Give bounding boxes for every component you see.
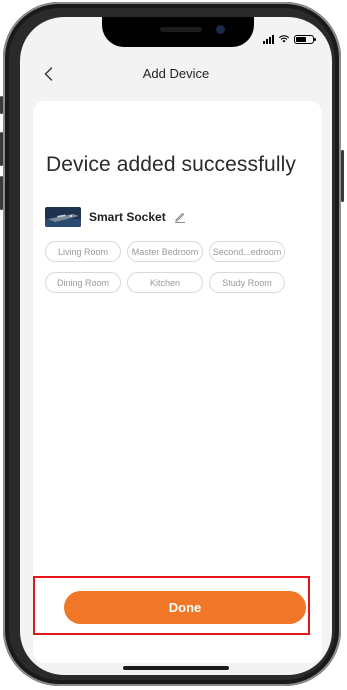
volume-down-button: [0, 176, 3, 210]
room-chip-dining-room[interactable]: Dining Room: [45, 272, 121, 293]
success-headline: Device added successfully: [46, 153, 296, 176]
battery-icon: [294, 34, 316, 44]
room-chip-master-bedroom[interactable]: Master Bedroom: [127, 241, 203, 262]
volume-up-button: [0, 132, 3, 166]
room-chip-kitchen[interactable]: Kitchen: [127, 272, 203, 293]
device-thumbnail: [45, 207, 81, 227]
power-button: [341, 150, 344, 202]
device-row: Smart Socket: [45, 207, 186, 227]
room-chip-second-bedroom[interactable]: Second...edroom: [209, 241, 285, 262]
room-chip-living-room[interactable]: Living Room: [45, 241, 121, 262]
done-button[interactable]: Done: [64, 591, 306, 624]
nav-bar: Add Device: [20, 59, 332, 89]
home-indicator: [123, 666, 229, 670]
done-button-highlight: Done: [33, 576, 310, 635]
silent-switch: [0, 96, 3, 114]
signal-icon: [263, 34, 274, 44]
edit-name-button[interactable]: [174, 211, 186, 223]
pencil-icon: [174, 212, 185, 223]
page-title: Add Device: [142, 66, 210, 81]
speaker: [160, 27, 202, 32]
notch: [102, 17, 254, 47]
wifi-icon: [278, 35, 290, 43]
room-chip-list: Living Room Master Bedroom Second...edro…: [45, 241, 307, 293]
front-camera: [216, 25, 225, 34]
room-chip-study-room[interactable]: Study Room: [209, 272, 285, 293]
device-name: Smart Socket: [89, 210, 166, 224]
status-bar: [263, 34, 316, 44]
